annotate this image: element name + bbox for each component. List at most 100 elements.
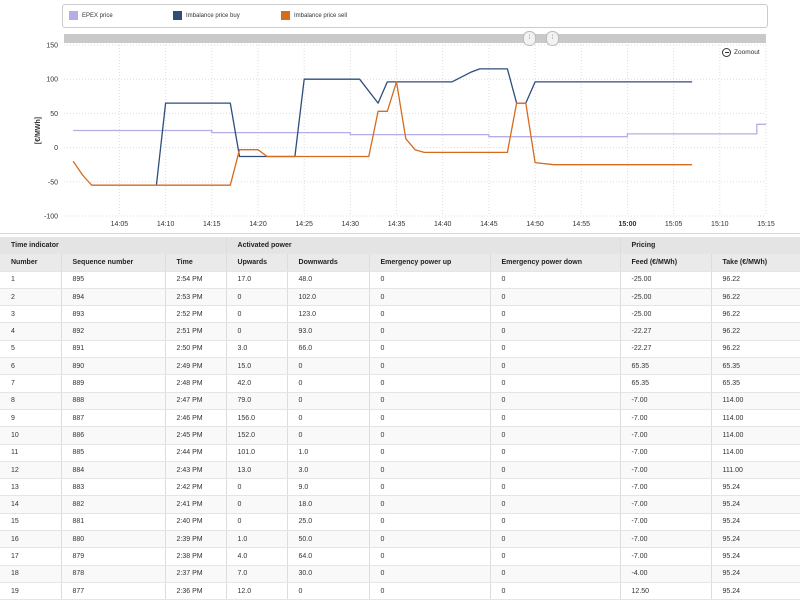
table-row[interactable]: 9 887 2:46 PM 156.0 0 0 0 -7.00 114.00 <box>0 409 800 428</box>
table-cell: 0 <box>226 495 288 514</box>
table-row[interactable]: 7 889 2:48 PM 42.0 0 0 0 65.35 65.35 <box>0 374 800 393</box>
x-tick-label: 14:25 <box>295 221 313 228</box>
table-row[interactable]: 16 880 2:39 PM 1.0 50.0 0 0 -7.00 95.24 <box>0 530 800 549</box>
table-cell: 880 <box>61 530 166 549</box>
table-cell: -7.00 <box>620 444 712 462</box>
series-line-sell[interactable] <box>72 81 693 186</box>
column-header-6[interactable]: Emergency power down <box>490 253 621 272</box>
table-cell: 0 <box>490 495 621 514</box>
table-cell: -4.00 <box>620 565 712 583</box>
table-cell: -25.00 <box>620 305 712 324</box>
table-cell: 7 <box>0 374 62 393</box>
table-cell: 25.0 <box>287 513 370 532</box>
table-cell: 0 <box>369 374 491 393</box>
column-header-3[interactable]: Upwards <box>226 253 288 272</box>
table-cell: 13 <box>0 478 62 497</box>
table-cell: 2:54 PM <box>165 271 227 289</box>
table-cell: 885 <box>61 444 166 462</box>
table-cell: 9 <box>0 409 62 428</box>
table-row[interactable]: 18 878 2:37 PM 7.0 30.0 0 0 -4.00 95.24 <box>0 565 800 583</box>
table-cell: 95.24 <box>711 547 800 566</box>
table-row[interactable]: 3 893 2:52 PM 0 123.0 0 0 -25.00 96.22 <box>0 305 800 324</box>
table-cell: 2:36 PM <box>165 582 227 600</box>
table-row[interactable]: 2 894 2:53 PM 0 102.0 0 0 -25.00 96.22 <box>0 288 800 307</box>
table-cell: 156.0 <box>226 409 288 428</box>
table-cell: 0 <box>490 357 621 376</box>
table-cell: 0 <box>369 495 491 514</box>
table-cell: 0 <box>287 409 370 428</box>
table-cell: 888 <box>61 392 166 410</box>
table-cell: 18.0 <box>287 495 370 514</box>
table-row[interactable]: 10 886 2:45 PM 152.0 0 0 0 -7.00 114.00 <box>0 426 800 445</box>
table-cell: 0 <box>369 565 491 583</box>
table-cell: 891 <box>61 340 166 359</box>
table-cell: 2:42 PM <box>165 478 227 497</box>
line-chart: 150 100 50 0 -50 -100 14:05 14:10 14:15 14:20 14:2… <box>35 43 775 229</box>
table-row[interactable]: 8 888 2:47 PM 79.0 0 0 0 -7.00 114.00 <box>0 392 800 410</box>
table-cell: 0 <box>490 374 621 393</box>
table-cell: 2:39 PM <box>165 530 227 549</box>
table-cell: 0 <box>369 547 491 566</box>
table-cell: 0 <box>490 271 621 289</box>
table-row[interactable]: 14 882 2:41 PM 0 18.0 0 0 -7.00 95.24 <box>0 495 800 514</box>
table-cell: 7.0 <box>226 565 288 583</box>
table-row[interactable]: 1 895 2:54 PM 17.0 48.0 0 0 -25.00 96.22 <box>0 271 800 289</box>
series-line-buy[interactable] <box>155 68 693 186</box>
table-cell: 0 <box>490 565 621 583</box>
table-cell: 8 <box>0 392 62 410</box>
x-tick-label: 14:10 <box>157 221 175 228</box>
table-cell: 114.00 <box>711 392 800 410</box>
column-header-0[interactable]: Number <box>0 253 62 272</box>
table-cell: 0 <box>287 392 370 410</box>
table-cell: 48.0 <box>287 271 370 289</box>
table-cell: 0 <box>369 513 491 532</box>
column-header-4[interactable]: Downwards <box>287 253 370 272</box>
table-cell: 95.24 <box>711 582 800 600</box>
table-cell: 50.0 <box>287 530 370 549</box>
table-row[interactable]: 11 885 2:44 PM 101.0 1.0 0 0 -7.00 114.00 <box>0 444 800 462</box>
table-row[interactable]: 19 877 2:36 PM 12.0 0 0 0 12.50 95.24 <box>0 582 800 600</box>
column-header-1[interactable]: Sequence number <box>61 253 166 272</box>
x-tick-label: 15:15 <box>757 221 775 228</box>
table-cell: 2:44 PM <box>165 444 227 462</box>
column-header-7[interactable]: Feed (€/MWh) <box>620 253 712 272</box>
table-cell: -7.00 <box>620 426 712 445</box>
series-line-epex[interactable] <box>73 123 766 138</box>
power-pricing-table: Time indicator Activated power Pricing Num… <box>0 237 800 600</box>
x-tick-label: 14:20 <box>249 221 267 228</box>
table-cell: 95.24 <box>711 495 800 514</box>
table-row[interactable]: 17 879 2:38 PM 4.0 64.0 0 0 -7.00 95.24 <box>0 547 800 566</box>
table-row[interactable]: 13 883 2:42 PM 0 9.0 0 0 -7.00 95.24 <box>0 478 800 497</box>
column-header-8[interactable]: Take (€/MWh) <box>711 253 800 272</box>
table-cell: 0 <box>369 478 491 497</box>
table-cell: 0 <box>226 305 288 324</box>
table-cell: 890 <box>61 357 166 376</box>
table-cell: -7.00 <box>620 409 712 428</box>
table-cell: 95.24 <box>711 478 800 497</box>
x-tick-label: 15:05 <box>665 221 683 228</box>
column-header-5[interactable]: Emergency power up <box>369 253 491 272</box>
table-row[interactable]: 15 881 2:40 PM 0 25.0 0 0 -7.00 95.24 <box>0 513 800 532</box>
table-cell: 0 <box>490 305 621 324</box>
table-cell: 102.0 <box>287 288 370 307</box>
table-cell: 0 <box>369 461 491 480</box>
table-cell: 66.0 <box>287 340 370 359</box>
table-cell: 93.0 <box>287 322 370 341</box>
table-row[interactable]: 12 884 2:43 PM 13.0 3.0 0 0 -7.00 111.00 <box>0 461 800 480</box>
table-cell: 30.0 <box>287 565 370 583</box>
table-cell: 2:48 PM <box>165 374 227 393</box>
column-header-2[interactable]: Time <box>165 253 227 272</box>
table-cell: 114.00 <box>711 426 800 445</box>
table-cell: 42.0 <box>226 374 288 393</box>
table-cell: 892 <box>61 322 166 341</box>
table-row[interactable]: 4 892 2:51 PM 0 93.0 0 0 -22.27 96.22 <box>0 322 800 341</box>
table-cell: -7.00 <box>620 461 712 480</box>
table-cell: 2:37 PM <box>165 565 227 583</box>
table-cell: 2:38 PM <box>165 547 227 566</box>
x-tick-label: 14:45 <box>480 221 498 228</box>
y-tick-label: 50 <box>50 111 58 118</box>
group-header-1: Activated power <box>226 237 621 255</box>
table-row[interactable]: 5 891 2:50 PM 3.0 66.0 0 0 -22.27 96.22 <box>0 340 800 359</box>
table-row[interactable]: 6 890 2:49 PM 15.0 0 0 0 65.35 65.35 <box>0 357 800 376</box>
x-tick-label: 15:10 <box>711 221 729 228</box>
